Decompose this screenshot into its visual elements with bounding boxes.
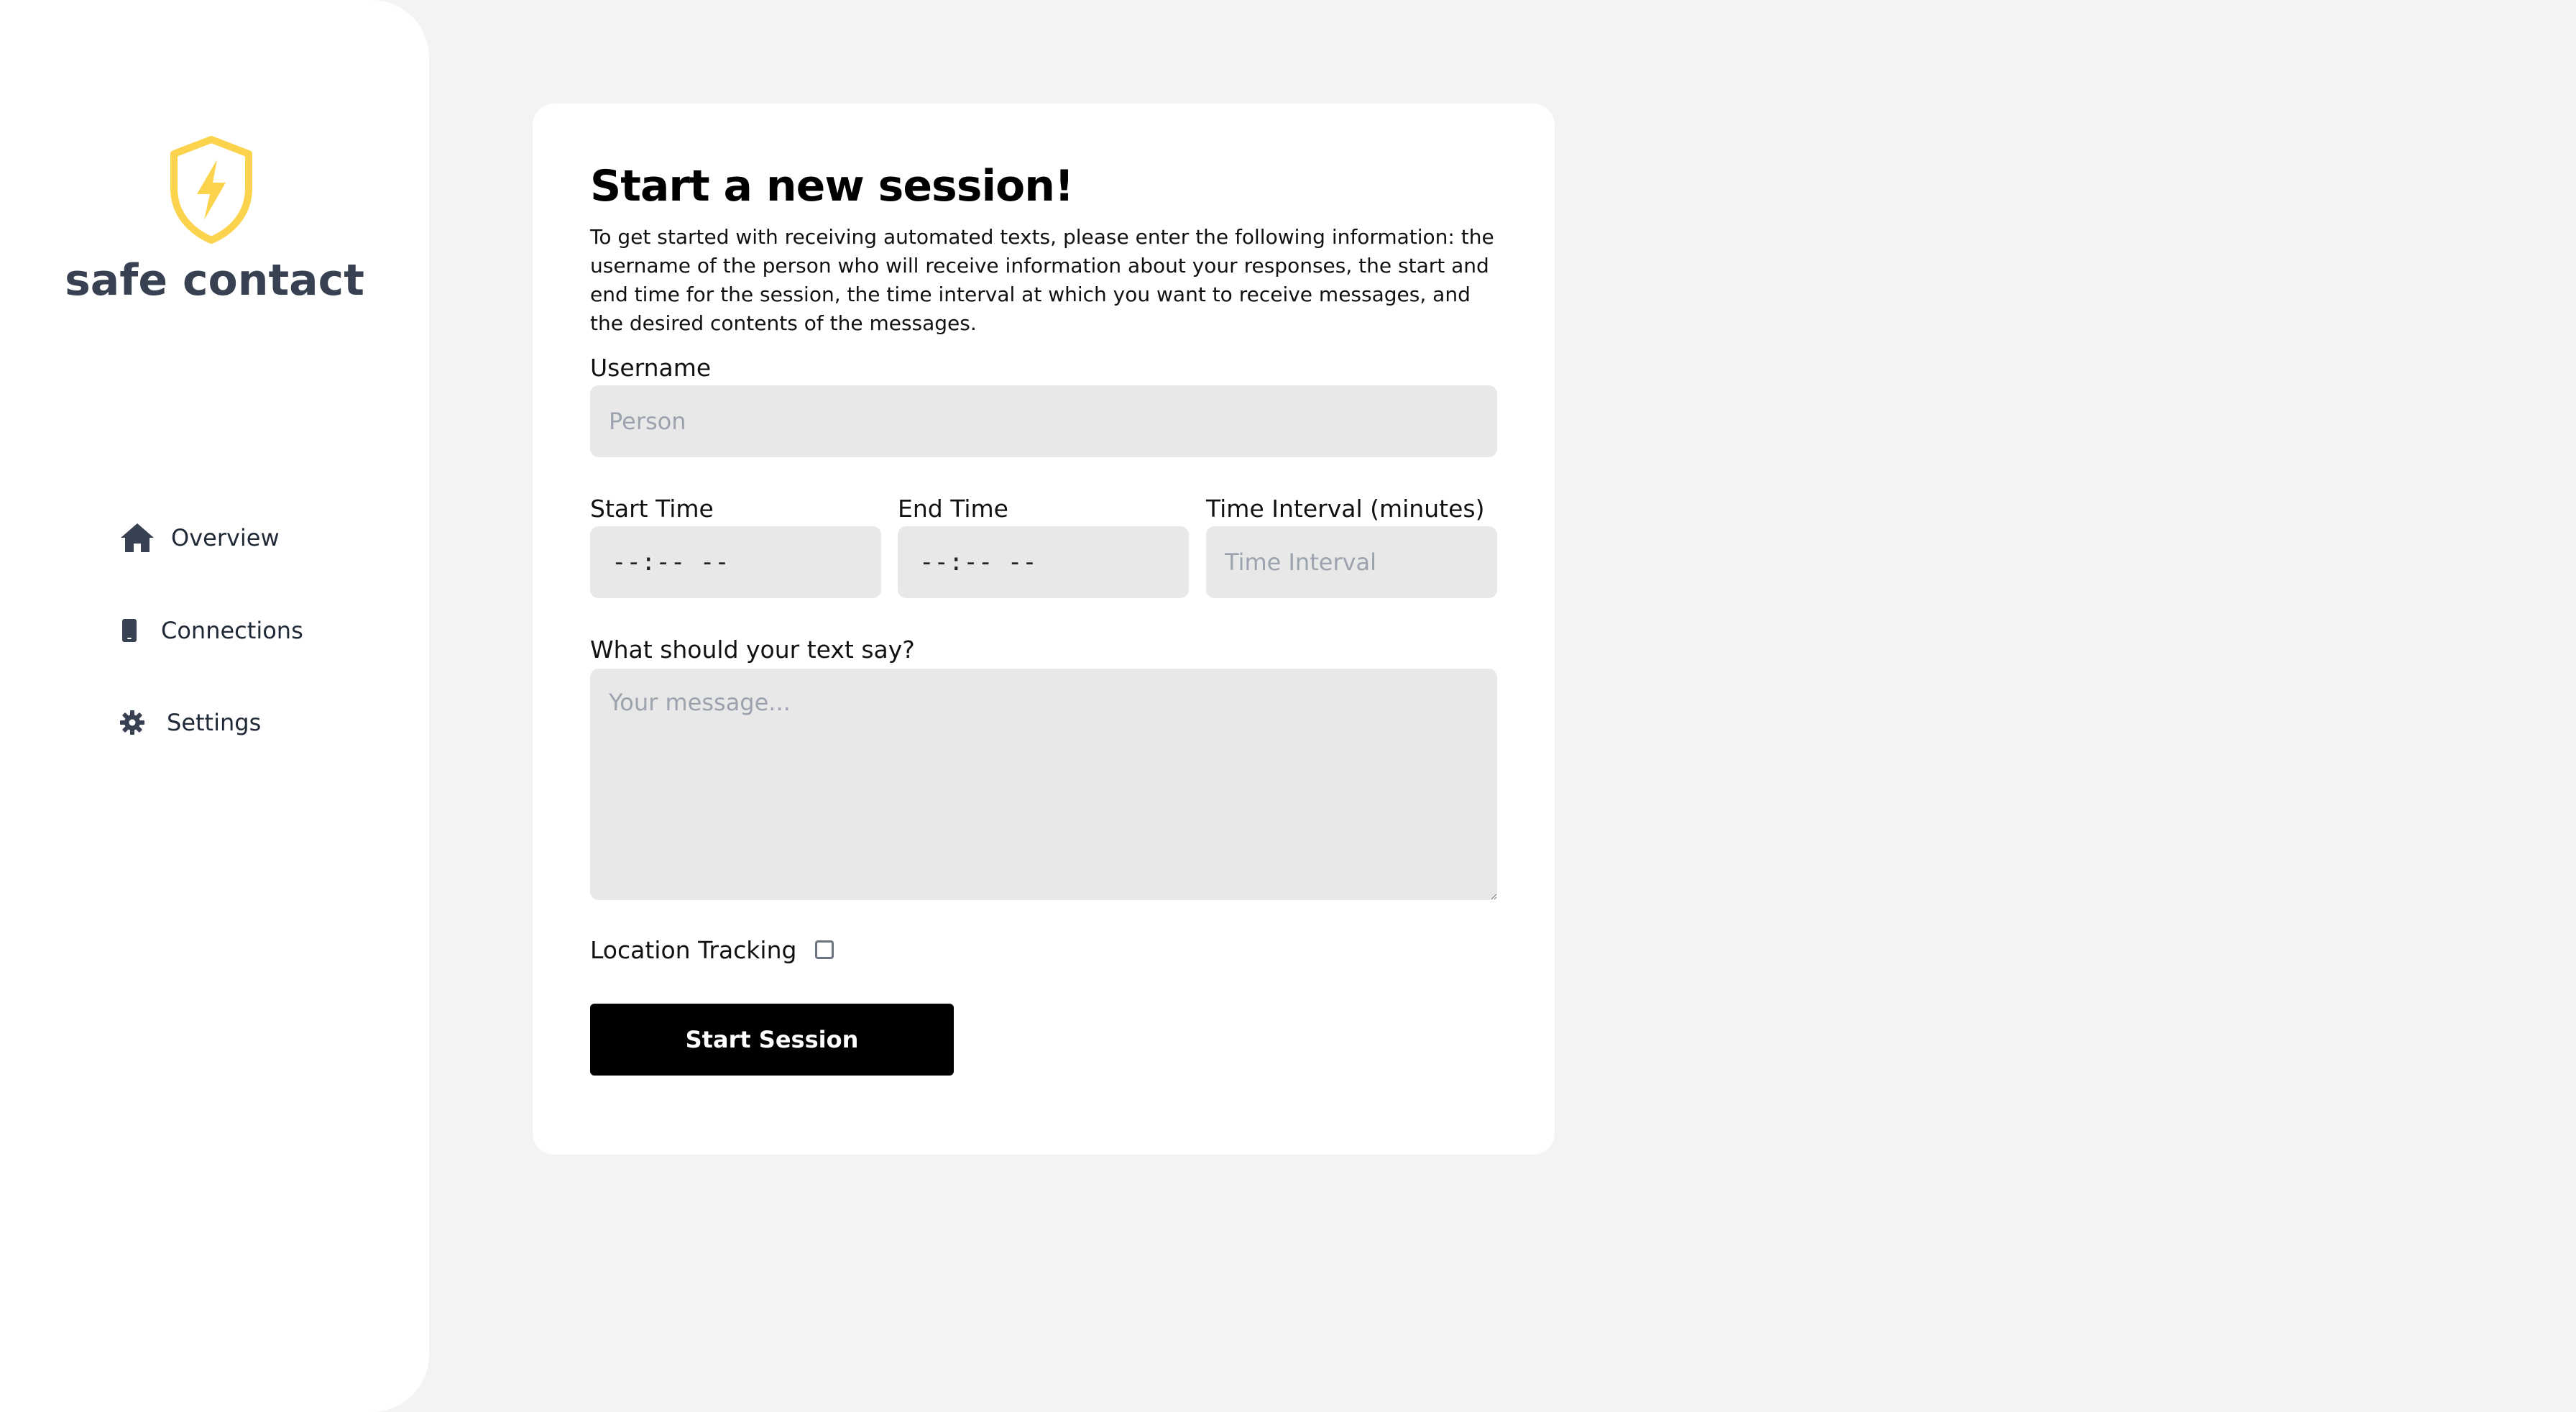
end-time-label: End Time (898, 495, 1008, 523)
home-icon (121, 523, 154, 552)
interval-input[interactable] (1206, 526, 1497, 598)
start-time-input[interactable]: --:-- -- (590, 526, 881, 598)
start-time-label: Start Time (590, 495, 714, 523)
sidebar-item-label: Settings (167, 709, 262, 736)
end-time-input[interactable]: --:-- -- (898, 526, 1189, 598)
location-tracking-label: Location Tracking (590, 936, 797, 964)
session-form-card: Start a new session! To get started with… (533, 104, 1555, 1155)
interval-label: Time Interval (minutes) (1206, 495, 1485, 523)
sidebar-item-overview[interactable]: Overview (119, 522, 280, 554)
brand-name: safe contact (65, 255, 364, 306)
phone-icon (122, 619, 137, 642)
username-input[interactable] (590, 385, 1497, 457)
start-session-button[interactable]: Start Session (590, 1004, 954, 1076)
gear-icon (120, 710, 144, 735)
sidebar: safe contact Overview Connections Settin… (0, 0, 429, 1412)
page-title: Start a new session! (590, 161, 1074, 211)
message-textarea[interactable] (590, 669, 1497, 900)
sidebar-item-label: Connections (161, 617, 303, 644)
intro-text: To get started with receiving automated … (590, 225, 1494, 335)
sidebar-item-settings[interactable]: Settings (119, 709, 261, 736)
sidebar-item-label: Overview (171, 524, 280, 551)
shield-bolt-icon (170, 136, 252, 244)
location-tracking-checkbox[interactable] (815, 940, 834, 959)
message-label: What should your text say? (590, 636, 915, 664)
username-label: Username (590, 354, 712, 382)
sidebar-item-connections[interactable]: Connections (121, 617, 303, 644)
